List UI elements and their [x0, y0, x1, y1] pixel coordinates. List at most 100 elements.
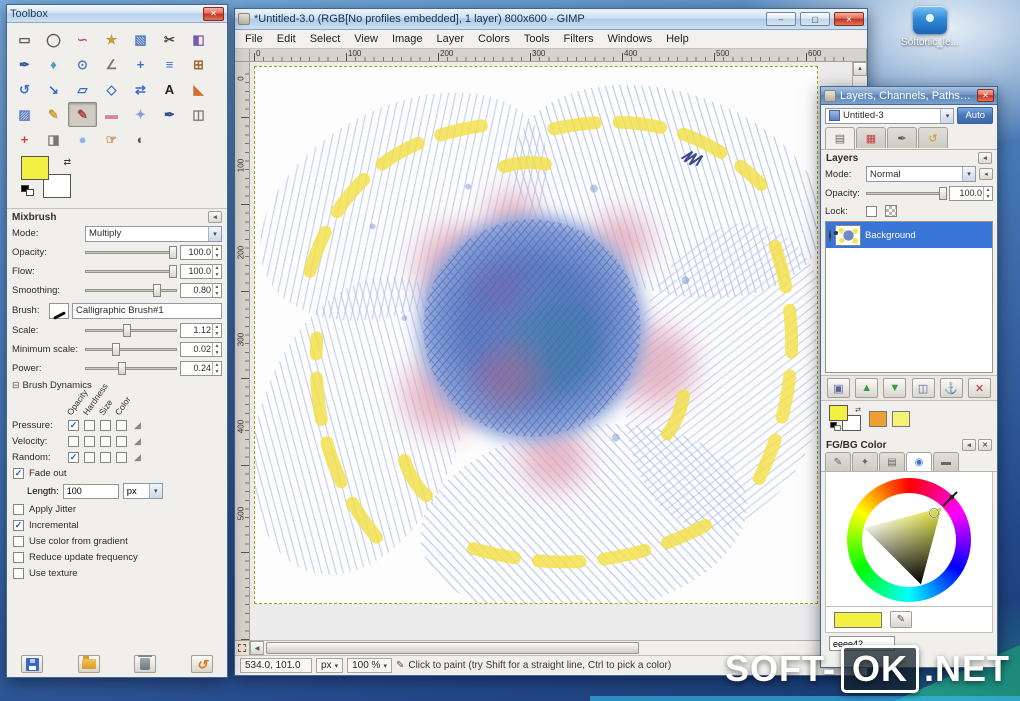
tool-text[interactable]: A	[155, 77, 184, 102]
tool-eraser[interactable]: ▬	[97, 102, 126, 127]
expander-icon[interactable]: ⊟	[12, 380, 20, 391]
tool-crop[interactable]: ⊞	[184, 52, 213, 77]
pressure-check-3[interactable]	[116, 419, 127, 431]
tool-free-select[interactable]: ∽	[68, 27, 97, 52]
menu-colors[interactable]: Colors	[471, 30, 517, 48]
default-colors-icon[interactable]	[830, 422, 841, 431]
power-slider-handle[interactable]	[117, 362, 126, 375]
close-button[interactable]: ✕	[834, 12, 864, 26]
mode-select[interactable]: Multiply ▾	[85, 225, 222, 242]
anchor-layer-button[interactable]: ⚓	[939, 378, 963, 398]
foreground-color-swatch[interactable]	[21, 156, 49, 180]
save-options-button[interactable]	[21, 655, 43, 673]
tool-scale[interactable]: ↘	[39, 77, 68, 102]
smoothing-spin[interactable]: 0.80 ▲ ▼	[180, 283, 222, 298]
apply-jitter-checkbox[interactable]	[13, 503, 24, 515]
desktop[interactable]: Softonic_le... Toolbox ✕ ▭ ◯ ∽ ★ ▧ ✂ ◧ ✒ ♦ ⊙ ∠ + ≡ ⊞ ↺…	[0, 0, 1020, 701]
scroll-up-icon[interactable]: ▲	[853, 62, 867, 76]
new-layer-button[interactable]: ▣	[827, 378, 850, 398]
tool-pencil[interactable]: ✎	[39, 102, 68, 127]
minimize-button[interactable]: –	[766, 12, 796, 26]
lock-pixels-checkbox[interactable]	[866, 205, 877, 217]
menu-tools[interactable]: Tools	[517, 30, 557, 48]
velocity-check-1[interactable]	[84, 435, 95, 447]
delete-layer-button[interactable]: ✕	[967, 378, 991, 398]
color-tab-paint-options[interactable]: ✎	[825, 452, 851, 471]
swap-colors-icon[interactable]: ⇄	[855, 406, 861, 414]
flow-spin[interactable]: 100.0 ▲ ▼	[180, 264, 222, 279]
lock-alpha-checkbox[interactable]	[885, 205, 897, 217]
ruler-corner-button[interactable]	[235, 49, 250, 62]
layer-row[interactable]: Background	[826, 222, 992, 248]
color-tab-gradients[interactable]: ▬	[933, 452, 959, 471]
desktop-shortcut-softonic[interactable]: Softonic_le...	[898, 6, 962, 48]
tool-paintbrush[interactable]: ✎	[68, 102, 97, 127]
random-check-0[interactable]: ✓	[68, 451, 79, 463]
mini-swatch-1[interactable]	[892, 411, 910, 427]
fade-out-checkbox[interactable]: ✓	[13, 467, 24, 479]
tool-perspective[interactable]: ◇	[97, 77, 126, 102]
smoothing-slider[interactable]	[85, 284, 177, 297]
toolbox-close-button[interactable]: ✕	[203, 6, 224, 21]
hsv-triangle[interactable]	[847, 478, 971, 602]
menu-help[interactable]: Help	[659, 30, 696, 48]
power-spin[interactable]: 0.24 ▲ ▼	[180, 361, 222, 376]
spin-down-icon[interactable]: ▼	[213, 291, 221, 298]
tool-ellipse-select[interactable]: ◯	[39, 27, 68, 52]
pressure-check-0[interactable]: ✓	[68, 419, 79, 431]
fgbg-close-button[interactable]: ✕	[978, 439, 992, 451]
color-tab-palettes[interactable]: ▤	[879, 452, 905, 471]
current-color-swatch[interactable]	[834, 611, 882, 628]
delete-options-button[interactable]	[134, 655, 157, 673]
menu-file[interactable]: File	[238, 30, 270, 48]
velocity-check-0[interactable]	[68, 435, 79, 447]
use-texture-checkbox[interactable]	[13, 567, 24, 579]
color-picker-button[interactable]: ✎	[890, 611, 912, 628]
fg-bg-color-widget[interactable]: ⇄	[21, 156, 73, 200]
horizontal-scroll-thumb[interactable]	[266, 642, 640, 654]
canvas-viewport[interactable]	[250, 62, 852, 640]
tool-move[interactable]: +	[126, 52, 155, 77]
spin-down-icon[interactable]: ▼	[213, 272, 221, 279]
default-colors-icon[interactable]	[21, 185, 34, 196]
zoom-select[interactable]: 100 % ▾	[347, 658, 392, 673]
tool-ink[interactable]: ✒	[155, 102, 184, 127]
spin-down-icon[interactable]: ▼	[213, 253, 221, 260]
fg-bg-mini-widget[interactable]: ⇄	[829, 405, 863, 433]
tool-rectangle-select[interactable]: ▭	[10, 27, 39, 52]
tool-color-picker[interactable]: ♦	[39, 52, 68, 77]
fgbg-menu-button[interactable]: ◂	[962, 439, 976, 451]
length-input[interactable]	[62, 483, 119, 499]
flow-slider[interactable]	[85, 265, 178, 278]
minimum-scale-slider[interactable]	[85, 343, 177, 356]
length-unit-select[interactable]: px ▾	[122, 483, 163, 499]
tool-heal[interactable]: +	[10, 127, 39, 152]
toolbox-titlebar[interactable]: Toolbox ✕	[7, 5, 227, 23]
horizontal-ruler[interactable]: 0 100 200 300 400 500 600	[250, 49, 852, 62]
layers-menu-button[interactable]: ◂	[978, 152, 992, 164]
tool-select-by-color[interactable]: ▧	[126, 27, 155, 52]
tool-flip[interactable]: ⇄	[126, 77, 155, 102]
pressure-check-2[interactable]	[100, 419, 111, 431]
tab-channels[interactable]: ▦	[856, 127, 886, 148]
menu-select[interactable]: Select	[303, 30, 348, 48]
minimum-scale-slider-handle[interactable]	[112, 343, 121, 356]
tool-scissors-select[interactable]: ✂	[155, 27, 184, 52]
auto-button[interactable]: Auto	[957, 107, 993, 124]
mode-extra-button[interactable]: ◂	[979, 168, 993, 180]
color-tab-brushes[interactable]: ✦	[852, 452, 878, 471]
velocity-check-2[interactable]	[100, 435, 111, 447]
tool-paths[interactable]: ✒	[10, 52, 39, 77]
layer-opacity-slider[interactable]	[866, 187, 947, 200]
scroll-left-icon[interactable]: ◀	[250, 641, 264, 655]
tool-dodge-burn[interactable]: ◐	[126, 127, 155, 152]
fg-mini-swatch[interactable]	[829, 405, 848, 421]
spin-down-icon[interactable]: ▼	[213, 350, 221, 357]
layers-titlebar[interactable]: Layers, Channels, Paths, Undo - FG... ✕	[821, 87, 997, 105]
menu-edit[interactable]: Edit	[270, 30, 303, 48]
menu-layer[interactable]: Layer	[430, 30, 472, 48]
duplicate-layer-button[interactable]: ◫	[911, 378, 935, 398]
velocity-check-3[interactable]	[116, 435, 127, 447]
tool-options-menu-button[interactable]: ◂	[208, 211, 222, 223]
menu-filters[interactable]: Filters	[557, 30, 601, 48]
